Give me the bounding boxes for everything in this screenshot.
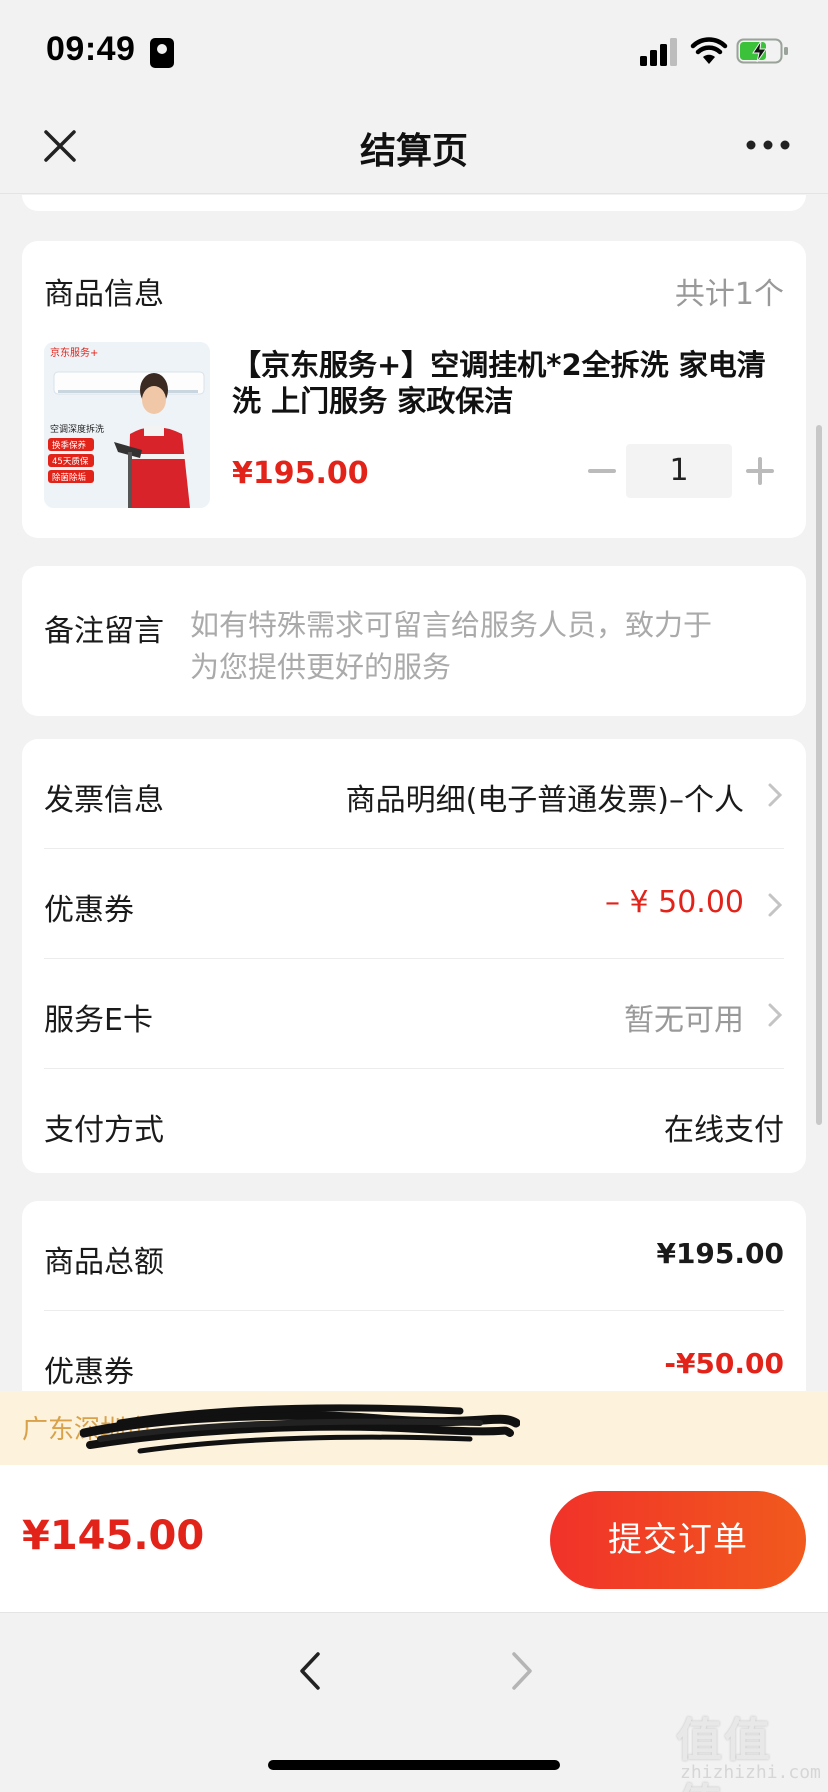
product-image-graphic: 京东服务+ 空调深度拆洗 换季保养 45天质保 除菌除垢 [44, 342, 210, 508]
invoice-row[interactable]: 发票信息 商品明细(电子普通发票)–个人 [44, 739, 784, 849]
payment-method-value: 在线支付 [664, 1113, 784, 1148]
portrait-lock-icon [150, 38, 174, 68]
coupon-value: – ¥ 50.00 [604, 885, 744, 920]
wifi-icon [690, 37, 728, 64]
watermark-text: zhizhizhi.com [680, 1762, 821, 1783]
totals-card: 商品总额 ¥195.00 优惠券 -¥50.00 [22, 1201, 806, 1391]
service-ecard-value: 暂无可用 [624, 1003, 744, 1038]
status-time: 09:49 [46, 30, 136, 68]
page-title: 结算页 [359, 131, 468, 172]
product-name[interactable]: 【京东服务+】空调挂机*2全拆洗 家电清洗 上门服务 家政保洁 [232, 347, 792, 419]
increase-quantity-button[interactable] [740, 453, 780, 489]
submit-order-button[interactable]: 提交订单 [550, 1491, 806, 1589]
goods-total-row: 商品总额 ¥195.00 [44, 1201, 784, 1311]
nav-bar: 结算页 [0, 100, 828, 194]
payable-total: ¥145.00 [22, 1513, 205, 1559]
product-image-tag-2: 45天质保 [52, 456, 89, 467]
previous-card-edge [22, 195, 806, 211]
back-icon[interactable] [290, 1646, 330, 1696]
battery-charging-icon [736, 38, 788, 64]
note-label: 备注留言 [44, 614, 164, 649]
watermark: 值值值 zhizhizhi.com [676, 1704, 821, 1792]
address-banner[interactable]: 广东深圳市 [0, 1391, 828, 1465]
invoice-value: 商品明细(电子普通发票)–个人 [345, 783, 744, 818]
checkout-bottom-bar: ¥145.00 提交订单 [0, 1465, 828, 1613]
chevron-right-icon [768, 1003, 783, 1027]
chevron-right-icon [768, 893, 783, 917]
goods-total-label: 商品总额 [44, 1245, 164, 1280]
service-ecard-label: 服务E卡 [44, 1003, 153, 1038]
product-image-subtitle: 空调深度拆洗 [50, 423, 104, 435]
payment-method-label: 支付方式 [44, 1113, 164, 1148]
more-options-icon[interactable] [744, 138, 792, 152]
browser-toolbar: 值值值 zhizhizhi.com [0, 1614, 828, 1792]
order-options-card: 发票信息 商品明细(电子普通发票)–个人 优惠券 – ¥ 50.00 服务E卡 … [22, 739, 806, 1173]
coupon-row[interactable]: 优惠券 – ¥ 50.00 [44, 849, 784, 959]
coupon-discount-row: 优惠券 -¥50.00 [44, 1311, 784, 1391]
product-price: ¥195.00 [232, 456, 369, 491]
forward-icon[interactable] [502, 1646, 542, 1696]
coupon-discount-value: -¥50.00 [664, 1347, 784, 1380]
product-image-tag-3: 除菌除垢 [52, 472, 87, 483]
coupon-discount-label: 优惠券 [44, 1355, 134, 1390]
decrease-quantity-button[interactable] [582, 453, 622, 489]
product-image-tag-1: 换季保养 [52, 440, 87, 451]
redaction-scribble [80, 1404, 520, 1454]
quantity-input[interactable]: 1 [626, 444, 732, 498]
service-ecard-row[interactable]: 服务E卡 暂无可用 [44, 959, 784, 1069]
product-image-brand: 京东服务+ [50, 346, 98, 359]
coupon-label: 优惠券 [44, 893, 134, 928]
product-image[interactable]: 京东服务+ 空调深度拆洗 换季保养 45天质保 除菌除垢 [44, 342, 210, 508]
home-indicator[interactable] [268, 1760, 560, 1770]
product-section-title: 商品信息 [44, 277, 164, 312]
product-info-card: 商品信息 共计1个 京东服务+ 空调深度拆洗 换季保养 45天质保 除菌除垢 【… [22, 241, 806, 538]
payment-method-row: 支付方式 在线支付 [44, 1069, 784, 1179]
note-input[interactable]: 如有特殊需求可留言给服务人员，致力于为您提供更好的服务 [190, 604, 730, 688]
invoice-label: 发票信息 [44, 783, 164, 818]
chevron-right-icon [768, 783, 783, 807]
status-bar: 09:49 [0, 0, 828, 100]
product-count: 共计1个 [674, 277, 784, 312]
goods-total-value: ¥195.00 [656, 1237, 784, 1270]
cellular-signal-icon [640, 38, 677, 66]
checkout-content[interactable]: 商品信息 共计1个 京东服务+ 空调深度拆洗 换季保养 45天质保 除菌除垢 【… [0, 195, 828, 1391]
scrollbar[interactable] [816, 425, 822, 1125]
note-card: 备注留言 如有特殊需求可留言给服务人员，致力于为您提供更好的服务 [22, 566, 806, 716]
